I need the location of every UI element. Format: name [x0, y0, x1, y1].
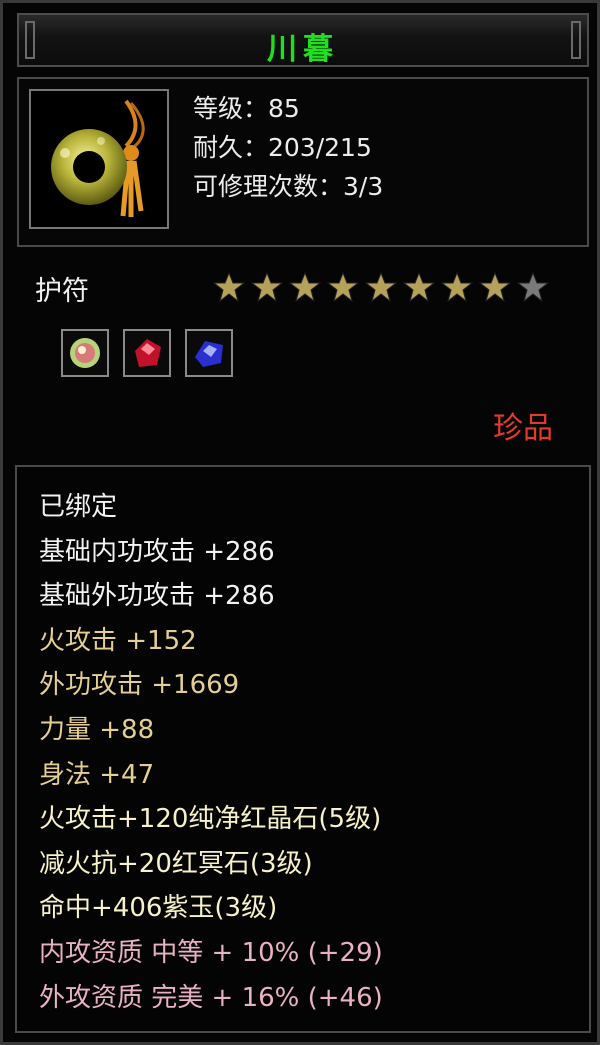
star-filled-icon [441, 271, 473, 303]
stat-list: 已绑定基础内功攻击 +286 基础外功攻击 +286 火攻击 +152 外功攻击 +1… [39, 485, 383, 1020]
stat-line: 内攻资质 中等 + 10% (+29) [39, 937, 383, 968]
gem-slot-3[interactable] [185, 329, 233, 377]
star-filled-icon [213, 271, 245, 303]
item-type: 护符 [35, 276, 89, 307]
rarity-label: 珍品 [493, 411, 553, 446]
gem-slot-1[interactable] [61, 329, 109, 377]
stat-line: 身法 +47 [39, 759, 155, 790]
socketed-gems [61, 329, 233, 377]
jade-amulet-icon [51, 99, 145, 217]
stat-line: 外功攻击 +1669 [39, 670, 240, 701]
item-durability: 耐久：203/215 [193, 133, 372, 162]
star-filled-icon [479, 271, 511, 303]
item-name: 川暮 [267, 32, 339, 67]
item-level: 等级：85 [193, 94, 300, 123]
stat-line: 基础外功攻击 +286 [39, 581, 275, 612]
title-bar: 川暮 [17, 13, 589, 67]
star-filled-icon [365, 271, 397, 303]
stat-line: 减火抗+20红冥石(3级) [39, 848, 313, 879]
stat-line: 已绑定 [39, 492, 118, 522]
star-filled-icon [289, 271, 321, 303]
star-filled-icon [403, 271, 435, 303]
item-summary-panel: 等级：85 耐久：203/215 可修理次数：3/3 [17, 77, 589, 247]
stat-line: 命中+406紫玉(3级) [39, 893, 278, 924]
red-crystal-icon [135, 339, 161, 367]
item-info: 等级：85 耐久：203/215 可修理次数：3/3 [193, 89, 383, 206]
stat-line: 基础内功攻击 +286 [39, 536, 275, 567]
gem-slot-2[interactable] [123, 329, 171, 377]
item-repair-count: 可修理次数：3/3 [193, 172, 384, 201]
purple-jade-icon [195, 341, 223, 367]
stat-line: 力量 +88 [39, 714, 155, 745]
star-filled-icon [327, 271, 359, 303]
item-type-section: 护符 珍品 [17, 257, 589, 457]
stat-line: 火攻击 +152 [39, 625, 197, 656]
star-filled-icon [251, 271, 283, 303]
flame-gem-icon [70, 338, 100, 368]
stat-line: 外攻资质 完美 + 16% (+46) [39, 982, 383, 1013]
item-tooltip: 川暮 等级：85 耐久：203/215 可修理次数：3/3 护符 珍品 已绑定 … [0, 0, 600, 1045]
item-stats-panel: 已绑定基础内功攻击 +286 基础外功攻击 +286 火攻击 +152 外功攻击 +1… [15, 465, 591, 1033]
item-icon-slot [29, 89, 169, 229]
star-rating [213, 271, 549, 303]
star-empty-icon [517, 271, 549, 303]
stat-line: 火攻击+120纯净红晶石(5级) [39, 804, 382, 835]
